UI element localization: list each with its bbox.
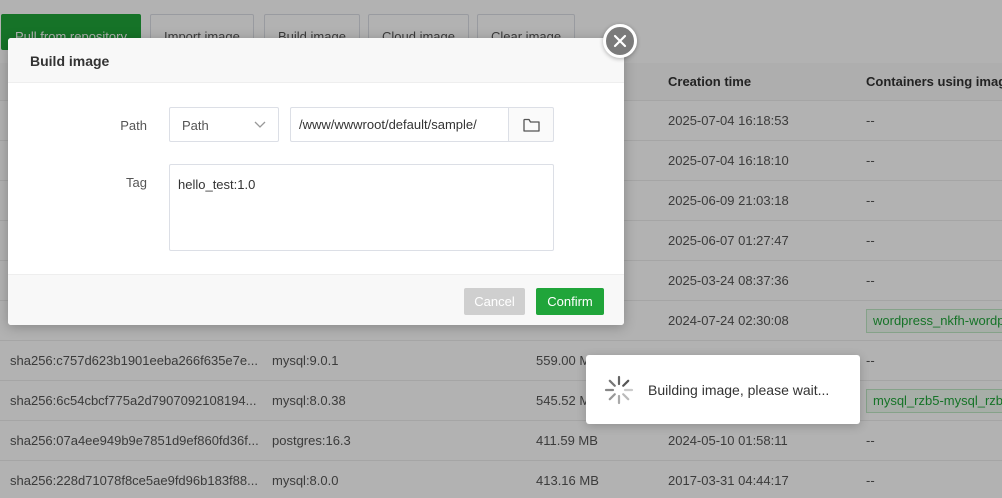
path-type-select[interactable]: Path — [169, 107, 279, 142]
build-image-dialog: Build image Path Path Tag Cancel Confirm — [8, 38, 624, 325]
loading-spinner-icon — [604, 375, 634, 405]
folder-browse-button[interactable] — [508, 107, 554, 142]
dialog-title: Build image — [8, 38, 624, 83]
cancel-button[interactable]: Cancel — [464, 288, 525, 315]
path-label: Path — [120, 118, 147, 133]
confirm-button[interactable]: Confirm — [536, 288, 604, 315]
dialog-footer: Cancel Confirm — [8, 274, 624, 325]
folder-icon — [523, 118, 540, 132]
dialog-close-button[interactable] — [603, 24, 637, 58]
tag-label: Tag — [126, 175, 147, 190]
close-icon — [613, 34, 627, 48]
loading-message: Building image, please wait... — [648, 382, 830, 398]
path-input[interactable] — [290, 107, 509, 142]
chevron-down-icon — [254, 121, 266, 128]
loading-toast: Building image, please wait... — [586, 355, 860, 424]
path-type-select-value: Path — [182, 118, 209, 133]
tag-textarea[interactable] — [169, 164, 554, 251]
